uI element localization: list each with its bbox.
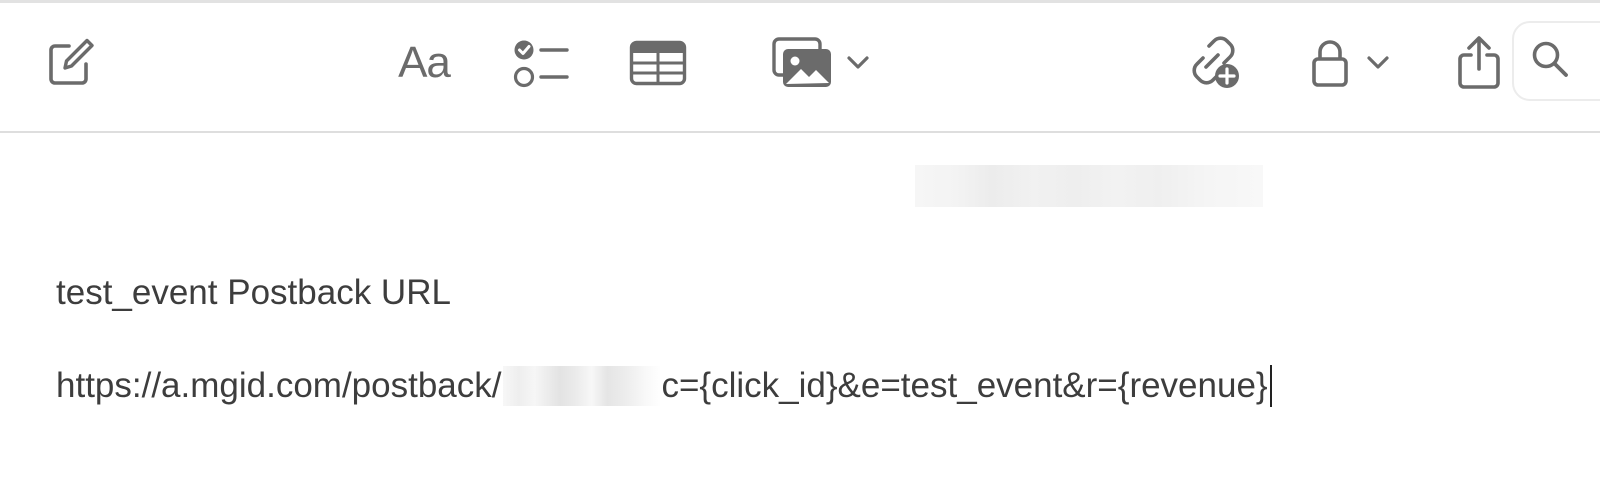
table-button[interactable] <box>628 3 688 123</box>
share-icon <box>1456 35 1502 91</box>
new-note-button[interactable] <box>38 3 100 123</box>
share-button[interactable] <box>1454 3 1504 123</box>
toolbar: Aa <box>0 3 1600 133</box>
redacted-url-segment <box>503 366 662 406</box>
search-icon <box>1530 39 1570 84</box>
lock-icon <box>1311 38 1349 88</box>
format-label: Aa <box>398 38 451 87</box>
note-editor[interactable]: test_event Postback URL https://a.mgid.c… <box>0 135 1600 502</box>
photo-gallery-icon <box>771 36 835 90</box>
lock-button[interactable] <box>1305 3 1395 123</box>
table-icon <box>629 40 687 86</box>
redacted-date <box>915 165 1263 207</box>
media-button[interactable] <box>765 3 875 123</box>
compose-icon <box>43 37 95 89</box>
chevron-down-icon <box>1367 56 1389 70</box>
link-add-icon <box>1183 34 1243 92</box>
url-prefix: https://a.mgid.com/postback/ <box>56 366 502 405</box>
search-field[interactable] <box>1512 21 1600 101</box>
note-title[interactable]: test_event Postback URL <box>56 273 451 313</box>
format-button[interactable]: Aa <box>393 3 455 123</box>
note-url-line[interactable]: https://a.mgid.com/postback/ c={click_id… <box>56 365 1272 407</box>
text-cursor <box>1269 365 1272 407</box>
checklist-button[interactable] <box>509 3 575 123</box>
chevron-down-icon <box>847 56 869 70</box>
collaborate-button[interactable] <box>1181 3 1245 123</box>
url-suffix: c={click_id}&e=test_event&r={revenue} <box>661 366 1268 405</box>
checklist-icon <box>511 37 573 89</box>
